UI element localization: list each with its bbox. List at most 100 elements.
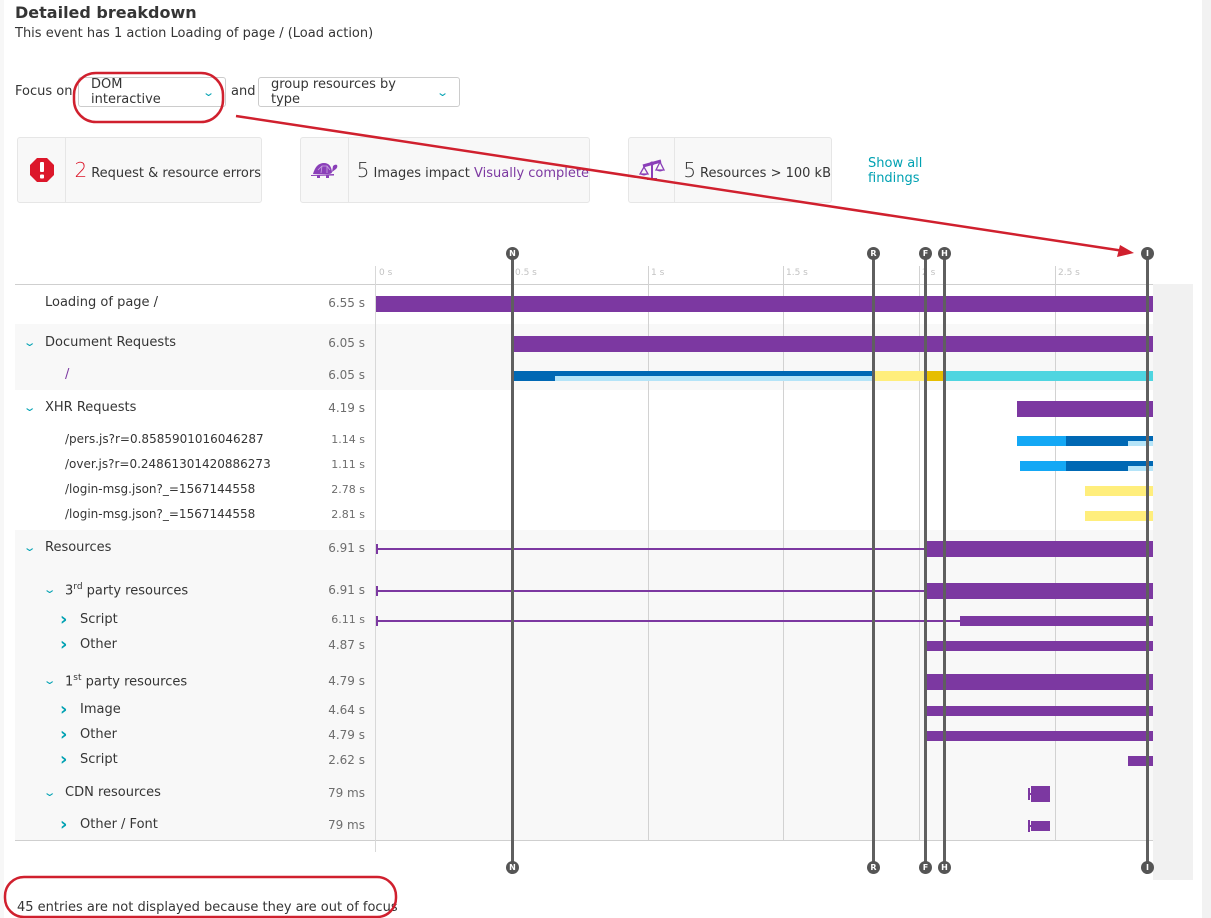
row-label[interactable]: /pers.js?r=0.8585901016046287 bbox=[65, 432, 264, 446]
scale-icon bbox=[629, 138, 676, 202]
chevron-down-icon[interactable]: ⌄ bbox=[43, 786, 57, 799]
marker-badge-f[interactable]: F bbox=[919, 247, 932, 260]
marker-badge-h[interactable]: H bbox=[938, 247, 951, 260]
timeline-scroll-handle[interactable] bbox=[1153, 284, 1193, 880]
row-duration: 1.11 s bbox=[331, 458, 365, 471]
finding-text: Images impact bbox=[373, 166, 475, 181]
row-label[interactable]: Other / Font bbox=[80, 817, 158, 832]
group-by-dropdown[interactable]: group resources by type ⌄ bbox=[258, 77, 460, 107]
row-label[interactable]: Image bbox=[80, 702, 121, 717]
row-label[interactable]: Resources bbox=[45, 540, 111, 555]
row-duration: 6.91 s bbox=[328, 583, 365, 597]
marker-badge-n[interactable]: N bbox=[506, 861, 519, 874]
focus-dropdown-value: DOM interactive bbox=[91, 77, 161, 107]
row-label[interactable]: Other bbox=[80, 637, 117, 652]
marker-line-r bbox=[872, 254, 875, 868]
timing-bar-segment[interactable] bbox=[927, 674, 1153, 690]
timing-bar-segment[interactable] bbox=[1019, 461, 1066, 471]
timing-bar-segment[interactable] bbox=[1065, 466, 1129, 471]
chevron-right-icon[interactable]: › bbox=[60, 814, 67, 835]
row-duration: 79 ms bbox=[327, 818, 365, 832]
row-label[interactable]: /login-msg.json?_=1567144558 bbox=[65, 482, 255, 496]
marker-line-h bbox=[943, 254, 946, 868]
focus-dropdown[interactable]: DOM interactive ⌄ bbox=[78, 77, 226, 107]
group-by-dropdown-value: group resources by type bbox=[271, 77, 396, 107]
row-label[interactable]: /over.js?r=0.24861301420886273 bbox=[65, 457, 271, 471]
out-of-focus-notice: 45 entries are not displayed because the… bbox=[17, 900, 398, 915]
bar-whisker bbox=[376, 548, 928, 550]
row-label[interactable]: CDN resources bbox=[65, 785, 161, 800]
timing-bar-segment[interactable] bbox=[927, 641, 1153, 651]
timing-bar-segment[interactable] bbox=[924, 371, 944, 381]
row-duration: 2.78 s bbox=[331, 483, 365, 496]
row-label[interactable]: 3rd party resources bbox=[65, 582, 188, 598]
marker-badge-r[interactable]: R bbox=[867, 247, 880, 260]
finding-images-impact[interactable]: 5 Images impact Visually complete bbox=[300, 137, 590, 203]
timing-bar-segment[interactable] bbox=[1016, 401, 1153, 417]
row-label[interactable]: /login-msg.json?_=1567144558 bbox=[65, 507, 255, 521]
marker-badge-i[interactable]: I bbox=[1141, 247, 1154, 260]
row-label[interactable]: 1st party resources bbox=[65, 673, 187, 689]
chevron-right-icon[interactable]: › bbox=[60, 724, 67, 745]
chevron-down-icon[interactable]: ⌄ bbox=[23, 541, 37, 554]
timing-bar-segment[interactable] bbox=[927, 583, 1153, 599]
focus-label: Focus on bbox=[15, 84, 73, 99]
row-label[interactable]: XHR Requests bbox=[45, 400, 136, 415]
timing-bar-segment[interactable] bbox=[943, 371, 1153, 381]
timing-bar-segment[interactable] bbox=[1128, 441, 1153, 446]
waterfall-chart: 0 s 0.5 s1 s 1.5 s2 s 2.5 s Loading of page … bbox=[0, 240, 1211, 880]
chevron-right-icon[interactable]: › bbox=[60, 609, 67, 630]
chevron-down-icon[interactable]: ⌄ bbox=[23, 401, 37, 414]
row-duration: 2.81 s bbox=[331, 508, 365, 521]
row-label[interactable]: Script bbox=[80, 612, 118, 627]
show-all-findings-link[interactable]: Show all findings bbox=[868, 156, 938, 186]
timing-bar-segment[interactable] bbox=[1084, 486, 1153, 496]
chevron-down-icon[interactable]: ⌄ bbox=[43, 674, 57, 687]
visually-complete-link[interactable]: Visually complete bbox=[474, 166, 589, 181]
timing-bar-segment[interactable] bbox=[873, 371, 925, 381]
timing-bar-segment[interactable] bbox=[1016, 436, 1066, 446]
timing-bar-segment[interactable] bbox=[1084, 511, 1153, 521]
gridline bbox=[783, 266, 784, 840]
chevron-down-icon[interactable]: ⌄ bbox=[43, 583, 57, 596]
timing-bar-segment[interactable] bbox=[376, 296, 1153, 312]
row-label[interactable]: Other bbox=[80, 727, 117, 742]
finding-request-errors[interactable]: 2 Request & resource errors bbox=[17, 137, 262, 203]
timing-bar-segment[interactable] bbox=[511, 371, 556, 381]
finding-count: 2 bbox=[74, 158, 88, 182]
row-label[interactable]: Document Requests bbox=[45, 335, 176, 350]
marker-line-i bbox=[1146, 254, 1149, 868]
timing-bar-segment[interactable] bbox=[1030, 821, 1050, 831]
timing-bar-segment[interactable] bbox=[1128, 466, 1153, 471]
chevron-right-icon[interactable]: › bbox=[60, 634, 67, 655]
tick-label: 1.5 s bbox=[786, 268, 808, 278]
marker-badge-n[interactable]: N bbox=[506, 247, 519, 260]
timing-bar-segment[interactable] bbox=[511, 336, 1153, 352]
marker-badge-r[interactable]: R bbox=[867, 861, 880, 874]
gridline bbox=[919, 266, 920, 840]
finding-text: Resources > 100 kB bbox=[700, 166, 831, 181]
row-label[interactable]: / bbox=[65, 367, 69, 382]
timing-bar-segment[interactable] bbox=[555, 376, 874, 381]
timing-bar-segment[interactable] bbox=[927, 541, 1153, 557]
section-title: Detailed breakdown bbox=[15, 3, 197, 22]
timing-bar-segment[interactable] bbox=[927, 731, 1153, 741]
row-duration: 6.05 s bbox=[328, 368, 365, 382]
row-duration: 1.14 s bbox=[331, 433, 365, 446]
timing-bar-segment[interactable] bbox=[959, 616, 1153, 626]
row-duration: 4.64 s bbox=[328, 703, 365, 717]
timing-bar-segment[interactable] bbox=[1030, 786, 1050, 802]
row-label[interactable]: Script bbox=[80, 752, 118, 767]
chevron-down-icon: ⌄ bbox=[435, 85, 449, 99]
marker-badge-h[interactable]: H bbox=[938, 861, 951, 874]
timing-bar-segment[interactable] bbox=[1065, 441, 1129, 446]
chevron-right-icon[interactable]: › bbox=[60, 749, 67, 770]
timing-bar-segment[interactable] bbox=[927, 706, 1153, 716]
timing-bar-segment[interactable] bbox=[1128, 756, 1153, 766]
chevron-right-icon[interactable]: › bbox=[60, 699, 67, 720]
chevron-down-icon[interactable]: ⌄ bbox=[23, 336, 37, 349]
marker-badge-i[interactable]: I bbox=[1141, 861, 1154, 874]
marker-badge-f[interactable]: F bbox=[919, 861, 932, 874]
gridline bbox=[648, 266, 649, 840]
finding-large-resources[interactable]: 5 Resources > 100 kB bbox=[628, 137, 832, 203]
